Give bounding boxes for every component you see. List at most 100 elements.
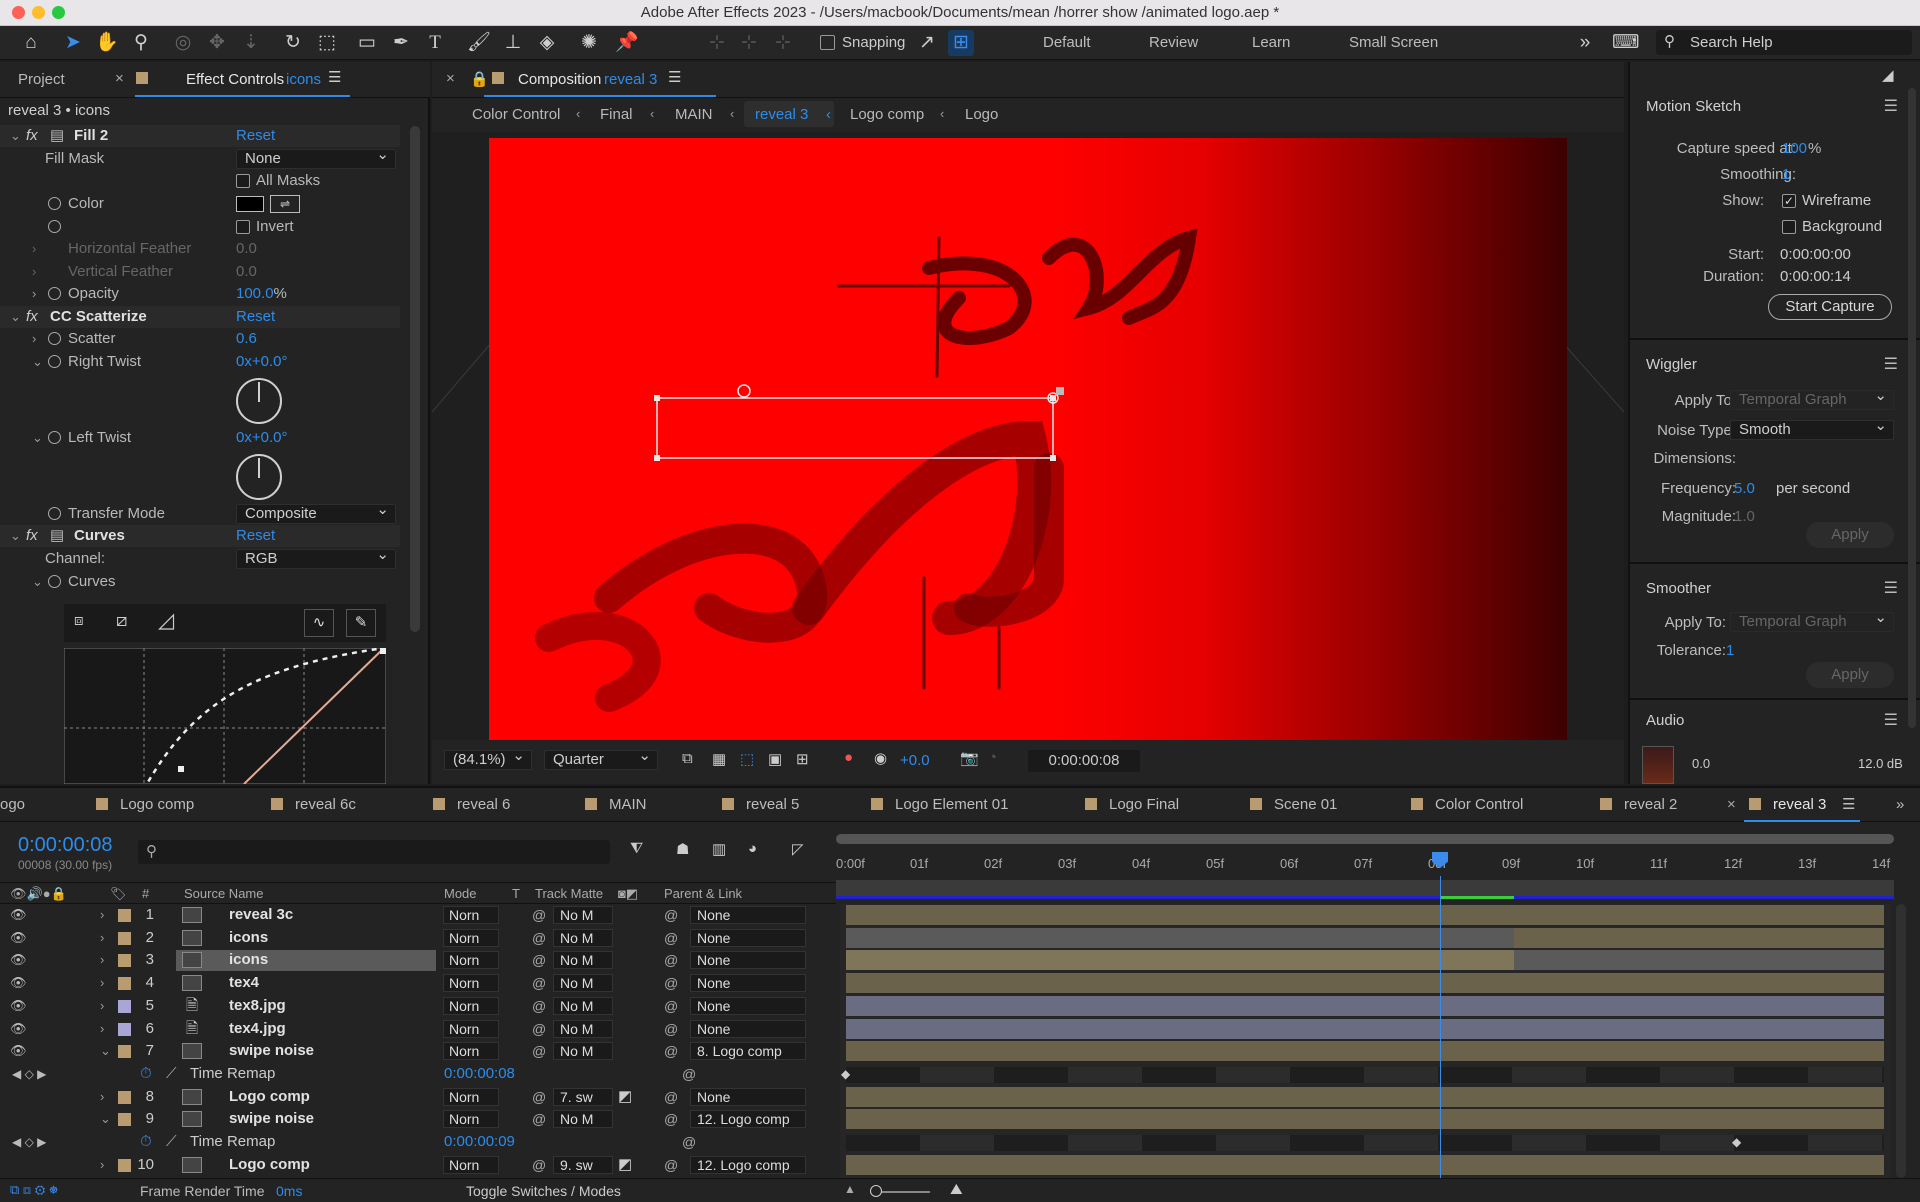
right-scrollbar[interactable]	[1908, 88, 1916, 728]
type-tool-icon[interactable]: T	[422, 30, 448, 56]
time-ruler[interactable]: 0:00f 01f 02f 03f 04f 05f 06f 07f 08f 09…	[836, 834, 1920, 904]
pen-tool-icon[interactable]: ✒	[388, 30, 414, 56]
orbit-camera-icon[interactable]: ◎	[170, 30, 196, 56]
comp-viewer[interactable]	[432, 132, 1624, 744]
layer-row[interactable]: 8 › Logo comp Norn @ 7. sw ◩ @ None	[0, 1086, 1920, 1109]
effect-fill[interactable]: ⌄ fx ▤ Fill 2 Reset	[0, 125, 400, 147]
breadcrumb-logo[interactable]: Logo	[965, 106, 998, 123]
zoom-out-icon[interactable]: ▲	[844, 1182, 856, 1196]
tab-reveal-6[interactable]: reveal 6	[433, 788, 510, 822]
rotation-tool-icon[interactable]: ↻	[280, 30, 306, 56]
layer-search-input[interactable]: ⚲	[138, 840, 610, 864]
col-source-name[interactable]: Source Name	[184, 886, 263, 901]
snapping-checkbox[interactable]	[820, 35, 835, 50]
curves-graph[interactable]	[64, 648, 386, 784]
work-area-bar[interactable]	[836, 834, 1894, 844]
comp-timecode[interactable]: 0:00:00:08	[1028, 750, 1140, 772]
layer-name[interactable]: swipe noise	[229, 1040, 314, 1062]
track-matte-dropdown[interactable]: 9. sw	[553, 1155, 613, 1174]
time-remap-value[interactable]: 0:00:00:08	[444, 1063, 515, 1085]
pickwhip-icon[interactable]: @	[664, 949, 678, 971]
matte-link-icon[interactable]: ◩	[618, 1086, 632, 1108]
stopwatch-icon[interactable]: ⏱	[140, 1131, 152, 1153]
track-matte-dropdown[interactable]: No M	[553, 996, 613, 1015]
color-swatch[interactable]	[236, 196, 264, 212]
breadcrumb-color-control[interactable]: Color Control	[472, 106, 560, 123]
parent-dropdown[interactable]: None	[690, 906, 806, 924]
zoom-tool-icon[interactable]: ⚲	[128, 30, 154, 56]
label-icon[interactable]: 🏷	[110, 886, 127, 902]
mode-dropdown[interactable]: Norn	[443, 996, 499, 1015]
breadcrumb-logo-comp[interactable]: Logo comp	[850, 106, 924, 123]
smoother-apply-button[interactable]: Apply	[1806, 662, 1894, 688]
lock-icon[interactable]: 🔒	[470, 70, 489, 88]
effect-curves[interactable]: ⌄ fx ▤ Curves Reset	[0, 525, 400, 547]
stopwatch-icon[interactable]	[48, 355, 61, 368]
track-matte-dropdown[interactable]: No M	[553, 1042, 613, 1061]
eye-icon[interactable]: 👁	[10, 927, 27, 949]
more-tabs-icon[interactable]: »	[1896, 788, 1904, 822]
stopwatch-icon[interactable]	[48, 287, 61, 300]
magnitude-value[interactable]: 1.0	[1734, 508, 1755, 525]
workspace-small-screen[interactable]: Small Screen	[1349, 34, 1438, 51]
mode-dropdown[interactable]: Norn	[443, 951, 499, 970]
channel-icon[interactable]: ●	[844, 749, 853, 766]
apply-to-dropdown[interactable]: Temporal Graph	[1730, 387, 1894, 410]
layer-name[interactable]: icons	[229, 927, 268, 949]
fast-preview-icon[interactable]: ⧉	[682, 750, 693, 767]
timeline-scrollbar[interactable]	[1896, 904, 1906, 1178]
layer-name[interactable]: icons	[229, 949, 268, 971]
dolly-camera-icon[interactable]: ⇣	[238, 30, 264, 56]
fx-icon[interactable]: fx	[26, 125, 38, 147]
mode-dropdown[interactable]: Norn	[443, 1155, 499, 1174]
pencil-icon[interactable]: ✎	[346, 609, 376, 637]
layer-row[interactable]: 👁 1 › reveal 3c Norn @ No M @ None	[0, 904, 1920, 927]
clone-stamp-icon[interactable]: ⊥	[500, 30, 526, 56]
right-twist-value[interactable]: 0x+0.0°	[236, 351, 287, 373]
pickwhip-icon[interactable]: @	[532, 1040, 546, 1062]
smoother-apply-to-dropdown[interactable]: Temporal Graph	[1730, 609, 1894, 632]
label-color[interactable]	[118, 1045, 131, 1059]
label-color[interactable]	[118, 1022, 131, 1036]
parent-dropdown[interactable]: 8. Logo comp	[690, 1042, 806, 1061]
layer-bar[interactable]	[846, 1154, 1884, 1175]
workspace-default[interactable]: Default	[1043, 34, 1091, 51]
layer-bar[interactable]	[846, 950, 1514, 971]
tab-reveal-3[interactable]: reveal 3	[1749, 788, 1826, 822]
zoom-window-icon[interactable]	[52, 6, 65, 19]
pickwhip-icon[interactable]: @	[532, 972, 546, 994]
col-mode[interactable]: Mode	[444, 886, 477, 901]
channel-dropdown[interactable]: RGB	[236, 546, 396, 569]
transparency-grid-icon[interactable]: ▦	[712, 750, 726, 768]
col-parent[interactable]: Parent & Link	[664, 886, 742, 901]
resolution-dropdown[interactable]: Quarter	[544, 747, 658, 770]
label-color[interactable]	[118, 1090, 131, 1104]
eye-icon[interactable]: 👁	[10, 1040, 27, 1062]
scrollbar[interactable]	[410, 126, 420, 632]
hand-tool-icon[interactable]: ✋	[94, 30, 120, 56]
snapshot-icon[interactable]: 📷	[960, 749, 979, 767]
roto-brush-icon[interactable]: ✺	[576, 30, 602, 56]
tab-main[interactable]: MAIN	[585, 788, 647, 822]
pickwhip-icon[interactable]: @	[664, 904, 678, 926]
pickwhip-icon[interactable]: @	[664, 995, 678, 1017]
work-area[interactable]	[836, 880, 1894, 896]
track-matte-dropdown[interactable]: No M	[553, 906, 613, 924]
search-help-input[interactable]: ⚲ Search Help	[1656, 30, 1912, 55]
noise-type-dropdown[interactable]: Smooth	[1730, 417, 1894, 440]
invert-checkbox[interactable]	[236, 220, 250, 234]
tab-reveal-6c[interactable]: reveal 6c	[271, 788, 356, 822]
pickwhip-icon[interactable]: @	[532, 904, 546, 926]
smoothing-value[interactable]: 1	[1782, 166, 1790, 183]
axis-world-icon[interactable]: ⊹	[736, 30, 762, 56]
puppet-pin-icon[interactable]: 📌	[614, 30, 640, 56]
selection-tool-icon[interactable]: ➤	[60, 30, 86, 56]
wiggler-apply-button[interactable]: Apply	[1806, 522, 1894, 548]
pickwhip-icon[interactable]: @	[664, 1108, 678, 1130]
panel-menu-icon[interactable]: ☰	[328, 68, 341, 86]
stopwatch-icon[interactable]	[48, 332, 61, 345]
fx-icon[interactable]: fx	[26, 525, 38, 547]
transfer-mode-dropdown[interactable]: Composite	[236, 501, 396, 524]
snap-grid-icon[interactable]: ⊞	[948, 30, 974, 56]
axis-view-icon[interactable]: ⊹	[770, 30, 796, 56]
